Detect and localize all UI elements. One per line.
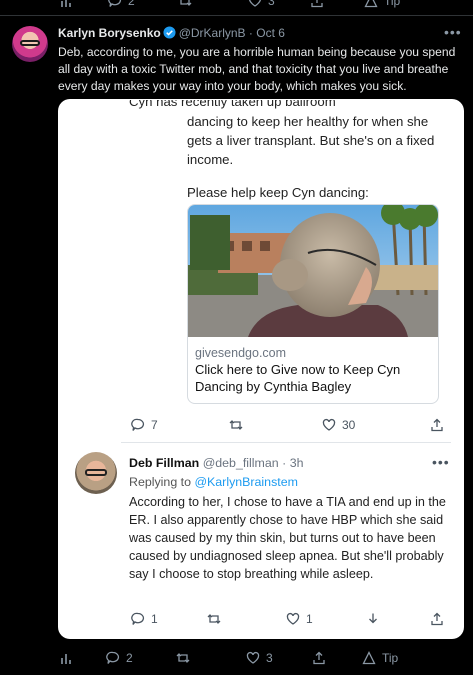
divider [0,15,473,16]
analytics-icon [61,0,71,7]
embedded-like-button[interactable]: 30 [322,418,355,432]
reply-retweet-button[interactable] [207,612,221,626]
analytics-button[interactable] [60,0,74,8]
top-reply-button[interactable]: 2 [108,0,135,8]
replying-to-mention[interactable]: @KarlynBrainstem [194,475,297,489]
cropped-text-line: Cyn has recently taken up ballroom [129,100,336,109]
embedded-reply-button[interactable]: 7 [131,418,158,432]
share-icon [431,418,443,432]
embedded-retweet-button[interactable] [229,418,243,432]
tip-icon [364,0,378,8]
tip-icon [362,651,376,665]
heart-icon [322,418,336,431]
verified-badge-icon [163,26,176,39]
reply-text: According to her, I chose to have a TIA … [129,495,446,581]
retweet-icon [176,653,190,663]
reply-like-button[interactable]: 1 [286,612,313,626]
separator-dot: · [282,456,287,470]
more-options-icon[interactable]: ••• [444,24,462,40]
download-icon [369,613,377,624]
tip-label: Tip [382,651,399,665]
reply-count: 2 [126,651,133,665]
reply-download-button[interactable] [366,612,380,626]
reply-share-button[interactable] [430,612,444,626]
reply-icon [131,612,145,625]
reply-icon [131,418,145,431]
reply-reply-button[interactable]: 1 [131,612,158,626]
share-button[interactable] [312,651,326,665]
reply-more-options-icon[interactable]: ••• [432,454,450,470]
retweet-button[interactable] [176,651,190,665]
author-name[interactable]: Karlyn Borysenko [58,26,161,40]
reply-header: Deb Fillman @deb_fillman · 3h [129,456,303,470]
reply-avatar[interactable] [75,452,117,494]
tweet-header: Karlyn Borysenko @DrKarlynB · Oct 6 [58,26,285,40]
replying-to-label: Replying to [129,475,191,489]
top-tip-button[interactable]: Tip [364,0,400,8]
embedded-plea: Please help keep Cyn dancing: [187,185,369,200]
heart-icon [286,612,300,625]
link-card-domain: givesendgo.com [195,346,287,360]
embedded-text: dancing to keep her healthy for when she… [187,114,435,167]
divider [121,442,451,443]
reply-author-handle[interactable]: @deb_fillman [203,456,279,470]
top-tip-label: Tip [384,0,401,8]
link-card-photo [188,205,438,337]
top-reply-count: 2 [128,0,135,8]
reply-button[interactable]: 2 [106,651,133,665]
replying-to: Replying to @KarlynBrainstem [129,475,298,489]
retweet-icon [207,614,221,624]
share-icon [431,612,443,626]
share-icon [313,651,325,665]
retweet-icon [229,420,243,430]
retweet-icon [180,0,192,6]
analytics-button[interactable] [60,651,74,665]
top-like-button[interactable]: 3 [248,0,275,8]
share-icon [311,0,323,8]
analytics-icon [61,654,71,664]
tweet-text: Deb, according to me, you are a horrible… [58,45,456,93]
reply-reply-count: 1 [151,612,158,626]
link-card[interactable]: givesendgo.com Click here to Give now to… [187,204,439,404]
top-action-bar: 2 3 Tip [0,0,473,12]
top-like-count: 3 [268,0,275,8]
link-card-title[interactable]: Click here to Give now to Keep Cyn Danci… [195,361,430,395]
embedded-like-count: 30 [342,418,356,432]
heart-icon [249,0,261,7]
embedded-share-button[interactable] [430,418,444,432]
like-count: 3 [266,651,273,665]
tip-button[interactable]: Tip [362,651,398,665]
top-retweet-button[interactable] [178,0,192,8]
reply-icon [106,651,120,664]
heart-icon [246,651,260,664]
embedded-reply-count: 7 [151,418,158,432]
like-button[interactable]: 3 [246,651,273,665]
separator-dot: · [248,26,253,40]
top-share-button[interactable] [310,0,324,8]
author-handle[interactable]: @DrKarlynB [179,26,246,40]
avatar[interactable] [12,26,48,62]
reply-like-count: 1 [306,612,313,626]
reply-icon [108,0,122,7]
tweet-time[interactable]: Oct 6 [256,26,285,40]
reply-author-name[interactable]: Deb Fillman [129,456,199,470]
reply-time[interactable]: 3h [290,456,304,470]
